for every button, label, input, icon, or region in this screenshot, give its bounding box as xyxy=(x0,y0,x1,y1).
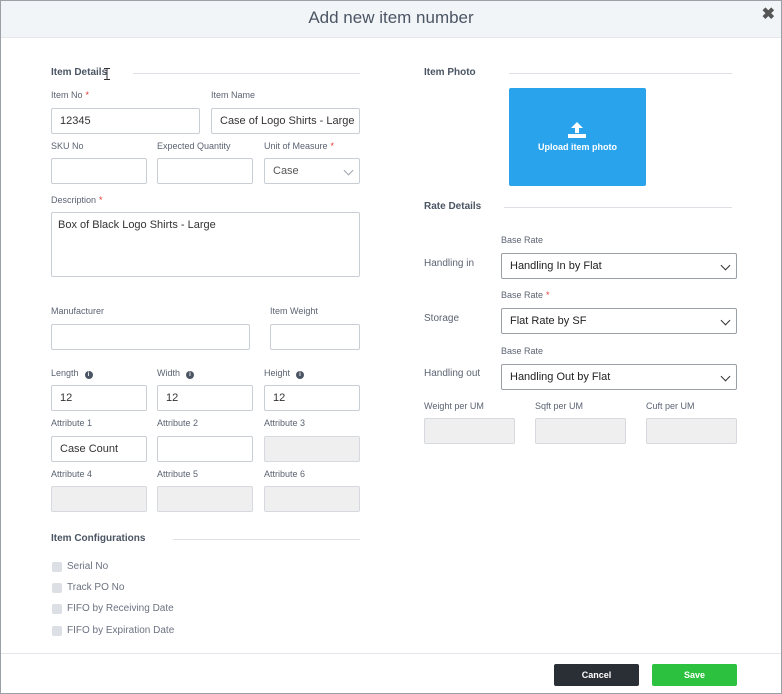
required-marker: * xyxy=(546,290,550,300)
height-label: Height i xyxy=(264,368,305,379)
sqft-per-um-label: Sqft per UM xyxy=(535,401,584,411)
attribute-5-input xyxy=(157,486,253,512)
handling-out-label: Handling out xyxy=(424,368,481,379)
attribute-1-input[interactable]: Case Count xyxy=(51,436,147,462)
description-textarea[interactable]: Box of Black Logo Shirts - Large xyxy=(51,212,360,277)
expected-quantity-label: Expected Quantity xyxy=(157,141,231,151)
attribute-4-input xyxy=(51,486,147,512)
width-input[interactable]: 12 xyxy=(157,385,253,411)
sku-no-label: SKU No xyxy=(51,141,84,151)
storage-value: Flat Rate by SF xyxy=(510,315,587,327)
unit-of-measure-select[interactable]: Case xyxy=(264,158,360,184)
height-input[interactable]: 12 xyxy=(264,385,360,411)
info-icon[interactable]: i xyxy=(84,371,93,379)
divider xyxy=(133,73,360,74)
weight-per-um-label: Weight per UM xyxy=(424,401,484,411)
fifo-receiving-checkbox[interactable] xyxy=(52,604,62,614)
manufacturer-input[interactable] xyxy=(51,324,250,350)
fifo-receiving-label: FIFO by Receiving Date xyxy=(67,603,174,614)
attribute-5-label: Attribute 5 xyxy=(157,469,199,479)
save-button[interactable]: Save xyxy=(652,664,737,686)
item-weight-input[interactable] xyxy=(270,324,360,350)
divider xyxy=(173,539,360,540)
base-rate-label: Base Rate * xyxy=(501,290,550,300)
length-label: Length i xyxy=(51,368,93,379)
add-item-dialog: Add new item number ✖ Item Details Item … xyxy=(0,0,782,694)
track-po-no-checkbox[interactable] xyxy=(52,583,62,593)
description-label: Description * xyxy=(51,195,103,205)
base-rate-label: Base Rate xyxy=(501,235,544,245)
dialog-title: Add new item number xyxy=(308,8,474,27)
required-marker: * xyxy=(85,90,90,100)
attribute-4-label: Attribute 4 xyxy=(51,469,93,479)
required-marker: * xyxy=(99,195,103,205)
info-icon[interactable]: i xyxy=(186,371,195,379)
upload-photo-button[interactable]: Upload item photo xyxy=(509,88,646,186)
cuft-per-um-input xyxy=(646,418,737,444)
attribute-3-input xyxy=(264,436,360,462)
base-rate-label: Base Rate xyxy=(501,346,544,356)
attribute-6-input xyxy=(264,486,360,512)
handling-in-select[interactable]: Handling In by Flat xyxy=(501,253,737,279)
item-no-input[interactable]: 12345 xyxy=(51,108,200,134)
unit-of-measure-label: Unit of Measure * xyxy=(264,141,335,151)
chevron-down-icon xyxy=(720,315,731,326)
text-cursor-icon xyxy=(104,68,110,80)
expected-quantity-input[interactable] xyxy=(157,158,253,184)
item-photo-heading: Item Photo xyxy=(424,67,476,78)
attribute-1-label: Attribute 1 xyxy=(51,418,93,428)
length-input[interactable]: 12 xyxy=(51,385,147,411)
unit-of-measure-value: Case xyxy=(273,165,299,177)
item-name-input[interactable]: Case of Logo Shirts - Large xyxy=(211,108,360,134)
divider xyxy=(509,73,732,74)
upload-icon xyxy=(568,122,586,138)
item-no-label: Item No * xyxy=(51,90,90,100)
fifo-expiration-label: FIFO by Expiration Date xyxy=(67,625,175,636)
attribute-2-label: Attribute 2 xyxy=(157,418,199,428)
footer-divider xyxy=(1,653,781,654)
serial-no-label: Serial No xyxy=(67,561,109,572)
cancel-button[interactable]: Cancel xyxy=(554,664,639,686)
handling-in-label: Handling in xyxy=(424,258,475,269)
attribute-3-label: Attribute 3 xyxy=(264,418,306,428)
item-details-heading: Item Details xyxy=(51,67,108,78)
dialog-header: Add new item number ✖ xyxy=(1,1,781,38)
manufacturer-label: Manufacturer xyxy=(51,306,105,316)
track-po-no-label: Track PO No xyxy=(67,582,125,593)
handling-out-value: Handling Out by Flat xyxy=(510,371,611,383)
storage-select[interactable]: Flat Rate by SF xyxy=(501,308,737,334)
close-icon[interactable]: ✖ xyxy=(762,4,775,24)
info-icon[interactable]: i xyxy=(296,371,305,379)
attribute-2-input[interactable] xyxy=(157,436,253,462)
sku-no-input[interactable] xyxy=(51,158,147,184)
width-label: Width i xyxy=(157,368,195,379)
rate-details-heading: Rate Details xyxy=(424,201,482,212)
item-configurations-heading: Item Configurations xyxy=(51,533,146,544)
handling-out-select[interactable]: Handling Out by Flat xyxy=(501,364,737,390)
chevron-down-icon xyxy=(720,260,731,271)
required-marker: * xyxy=(330,141,335,151)
attribute-6-label: Attribute 6 xyxy=(264,469,306,479)
chevron-down-icon xyxy=(343,165,354,176)
handling-in-value: Handling In by Flat xyxy=(510,260,602,272)
cuft-per-um-label: Cuft per UM xyxy=(646,401,695,411)
storage-label: Storage xyxy=(424,313,460,324)
divider xyxy=(504,207,732,208)
item-name-label: Item Name xyxy=(211,90,256,100)
fifo-expiration-checkbox[interactable] xyxy=(52,626,62,636)
item-weight-label: Item Weight xyxy=(270,306,318,316)
weight-per-um-input xyxy=(424,418,515,444)
upload-photo-label: Upload item photo xyxy=(538,142,617,152)
chevron-down-icon xyxy=(720,371,731,382)
sqft-per-um-input xyxy=(535,418,626,444)
serial-no-checkbox[interactable] xyxy=(52,562,62,572)
